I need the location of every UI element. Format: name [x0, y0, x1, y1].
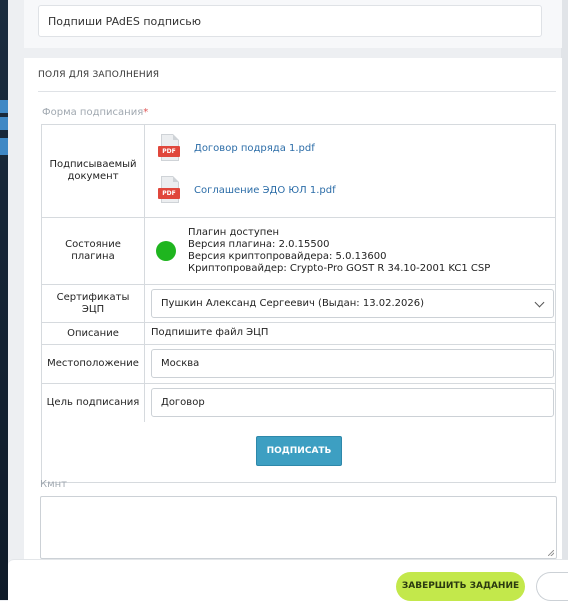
required-mark: *	[143, 107, 149, 118]
crypto-provider-text: Криптопровайдер: Crypto-Pro GOST R 34.10…	[188, 263, 491, 274]
description-cell: Подпишите файл ЭЦП	[146, 323, 555, 344]
pdf-file-icon: PDF	[158, 134, 182, 163]
plugin-status-row: Состояние плагина Плагин доступен Версия…	[42, 218, 555, 285]
pdf-file-icon: PDF	[158, 176, 182, 205]
document-label: Подписываемый документ	[49, 159, 137, 182]
document-row: Подписываемый документ PDF Договор подря…	[42, 125, 555, 218]
location-cell: Москва	[146, 345, 555, 383]
app-sidebar-strip	[0, 0, 8, 600]
document-label-cell: Подписываемый документ	[42, 125, 145, 217]
purpose-row: Цель подписания Договор	[42, 384, 555, 422]
sidebar-marker	[0, 100, 8, 113]
signing-form-label-text: Форма подписания	[42, 107, 144, 118]
task-title-field[interactable]: Подпиши PAdES подписью	[38, 5, 542, 37]
certificate-selected-value: Пушкин Александ Сергеевич (Выдан: 13.02.…	[161, 298, 424, 309]
purpose-input[interactable]: Договор	[151, 388, 554, 417]
sign-button[interactable]: ПОДПИСАТЬ	[256, 436, 342, 466]
resize-handle-icon[interactable]	[548, 550, 554, 556]
certificate-row: Сертификаты ЭЦП Пушкин Александ Сергееви…	[42, 285, 555, 323]
crypto-version-text: Версия криптопровайдера: 5.0.13600	[188, 251, 387, 262]
sidebar-marker	[0, 117, 8, 130]
description-value: Подпишите файл ЭЦП	[151, 327, 269, 338]
comment-label: Кмнт	[40, 479, 68, 490]
sidebar-marker	[0, 138, 8, 155]
certificate-cell: Пушкин Александ Сергеевич (Выдан: 13.02.…	[146, 285, 555, 322]
section-divider	[38, 91, 556, 92]
signing-table: Подписываемый документ PDF Договор подря…	[41, 124, 556, 483]
description-row: Описание Подпишите файл ЭЦП	[42, 323, 555, 345]
status-indicator-icon	[156, 241, 176, 261]
secondary-footer-button[interactable]	[536, 572, 568, 601]
plugin-info: Плагин доступен Версия плагина: 2.0.1550…	[188, 227, 490, 275]
purpose-label-cell: Цель подписания	[42, 384, 145, 422]
file-item[interactable]: PDF Договор подряда 1.pdf	[158, 134, 315, 163]
comment-textarea[interactable]	[40, 496, 557, 559]
plugin-status-cell: Плагин доступен Версия плагина: 2.0.1550…	[146, 218, 555, 284]
document-files-cell: PDF Договор подряда 1.pdf PDF Соглашение…	[146, 125, 555, 217]
file-link[interactable]: Договор подряда 1.pdf	[194, 143, 315, 154]
description-label-cell: Описание	[42, 323, 145, 344]
plugin-available-text: Плагин доступен	[188, 227, 280, 238]
certificate-label: Сертификаты ЭЦП	[56, 291, 130, 315]
description-label: Описание	[67, 327, 119, 339]
purpose-label: Цель подписания	[46, 397, 140, 408]
plugin-label-cell: Состояние плагина	[42, 218, 145, 284]
plugin-label: Состояние плагина	[65, 239, 121, 262]
purpose-cell: Договор	[146, 384, 555, 422]
pdf-tag: PDF	[158, 146, 180, 157]
scrollbar-track[interactable]	[561, 0, 568, 600]
file-link[interactable]: Соглашение ЭДО ЮЛ 1.pdf	[194, 185, 336, 196]
finish-task-button[interactable]: ЗАВЕРШИТЬ ЗАДАНИЕ	[396, 572, 525, 601]
location-row: Местоположение Москва	[42, 345, 555, 384]
signing-form-label: Форма подписания*	[42, 107, 148, 118]
certificate-select[interactable]: Пушкин Александ Сергеевич (Выдан: 13.02.…	[151, 289, 554, 318]
location-label-cell: Местоположение	[42, 345, 145, 383]
footer-bar: ЗАВЕРШИТЬ ЗАДАНИЕ	[8, 559, 568, 601]
chevron-down-icon	[534, 297, 545, 308]
certificate-label-cell: Сертификаты ЭЦП	[42, 285, 145, 322]
plugin-version-text: Версия плагина: 2.0.15500	[188, 239, 330, 250]
file-item[interactable]: PDF Соглашение ЭДО ЮЛ 1.pdf	[158, 176, 336, 205]
section-title: ПОЛЯ ДЛЯ ЗАПОЛНЕНИЯ	[38, 70, 160, 80]
form-card: ПОЛЯ ДЛЯ ЗАПОЛНЕНИЯ Форма подписания* По…	[24, 58, 562, 568]
task-header-card: Подпиши PAdES подписью	[24, 0, 562, 48]
pdf-tag: PDF	[158, 188, 180, 199]
location-input[interactable]: Москва	[151, 349, 554, 378]
location-label: Местоположение	[47, 358, 139, 369]
